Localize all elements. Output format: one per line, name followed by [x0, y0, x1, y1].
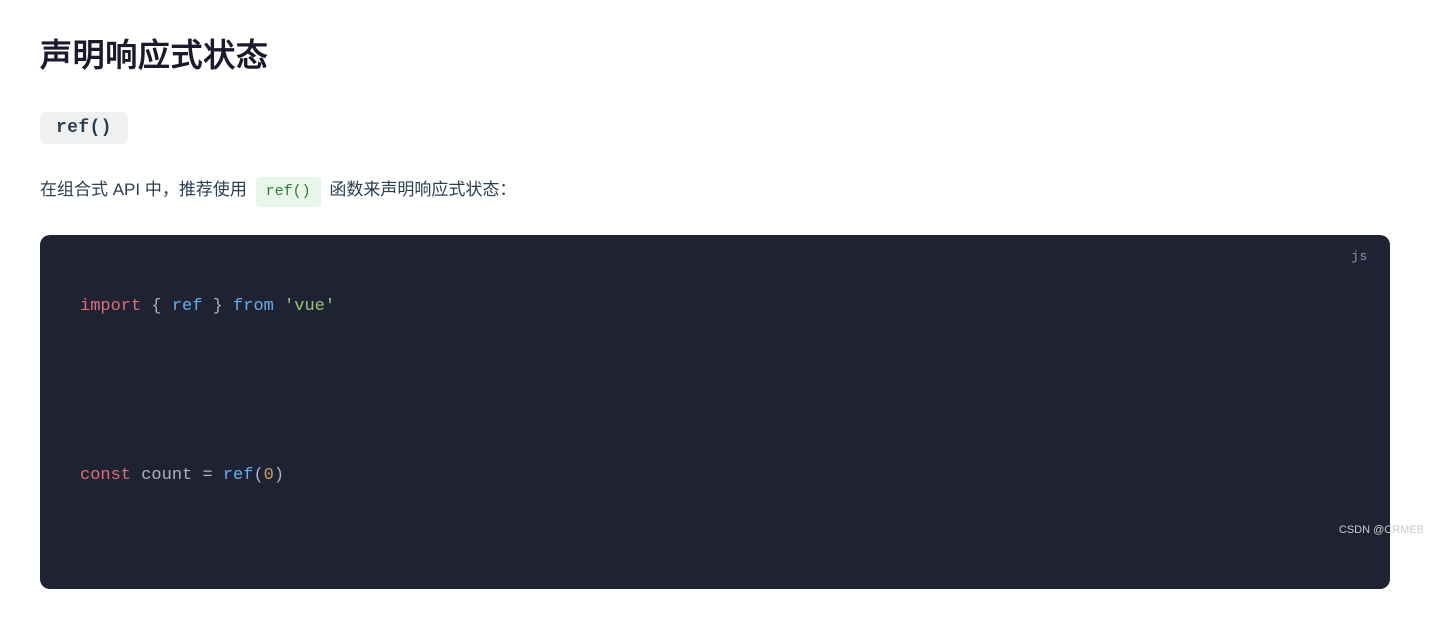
num-zero: 0: [264, 466, 274, 485]
code-line-1: import { ref } from 'vue': [80, 293, 1350, 322]
ref-keyword: ref: [172, 297, 203, 316]
punct-space4: [223, 297, 233, 316]
brace-open: {: [151, 297, 161, 316]
brace-close: }: [213, 297, 223, 316]
paren-close: ): [274, 466, 284, 485]
kw-from: from: [233, 297, 274, 316]
punct-space1: [141, 297, 151, 316]
code-line-2: const count = ref(0): [80, 462, 1350, 491]
punct-space7: [192, 466, 202, 485]
inline-ref-code: ref(): [256, 177, 321, 207]
punct-space6: [131, 466, 141, 485]
kw-import: import: [80, 297, 141, 316]
page-title: 声明响应式状态: [40, 30, 1390, 76]
code-content: import { ref } from 'vue' const count = …: [80, 265, 1350, 553]
op-eq: =: [202, 466, 212, 485]
watermark: CSDN @CRMEB: [1339, 524, 1424, 536]
punct-space3: [202, 297, 212, 316]
punct-space8: [213, 466, 223, 485]
str-vue: 'vue': [284, 297, 335, 316]
fn-ref: ref: [223, 466, 254, 485]
description-paragraph: 在组合式 API 中，推荐使用 ref() 函数来声明响应式状态：: [40, 176, 1390, 207]
punct-space5: [274, 297, 284, 316]
code-line-gap: [80, 384, 1350, 404]
code-lang-label: js: [1351, 249, 1368, 264]
punct-space2: [162, 297, 172, 316]
ref-badge: ref(): [40, 112, 128, 144]
description-text-after: 函数来声明响应式状态：: [329, 180, 516, 199]
description-text-before: 在组合式 API 中，推荐使用: [40, 180, 247, 199]
paren-open: (: [253, 466, 263, 485]
var-count: count: [141, 466, 192, 485]
code-block: js import { ref } from 'vue' const count…: [40, 235, 1390, 589]
kw-const: const: [80, 466, 131, 485]
